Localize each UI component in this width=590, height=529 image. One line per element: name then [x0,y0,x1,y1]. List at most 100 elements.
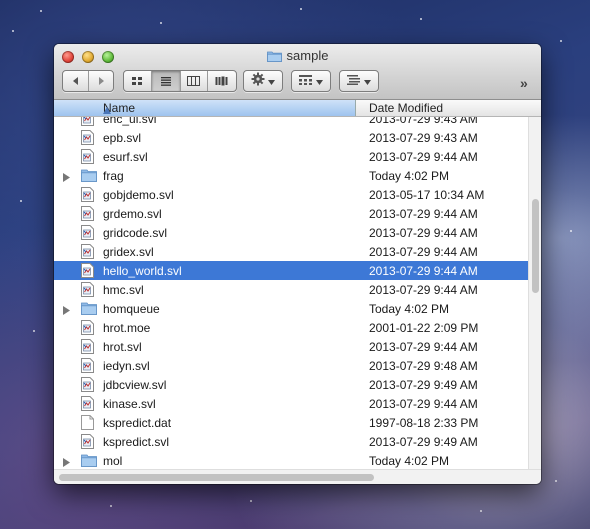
file-name: kspredict.dat [103,416,172,430]
icon-view-icon [132,77,143,85]
file-name: kinase.svl [103,397,156,411]
file-row[interactable]: hrot.moe 2001-01-22 2:09 PM [54,318,528,337]
back-arrow-icon [72,77,78,85]
folder-row[interactable]: homqueue Today 4:02 PM [54,299,528,318]
file-date-modified: 2013-07-29 9:44 AM [369,150,478,164]
name-column-header[interactable]: Name [54,100,356,116]
file-name: grdemo.svl [103,207,162,221]
vertical-scrollbar[interactable] [528,117,541,469]
file-row[interactable]: jdbcview.svl 2013-07-29 9:49 AM [54,375,528,394]
list-options-button[interactable] [339,70,379,92]
file-date-modified: 2013-07-29 9:44 AM [369,226,478,240]
gear-icon [251,72,265,91]
file-name: frag [103,169,124,183]
svl-file-icon [81,206,94,224]
file-date-modified: 1997-08-18 2:33 PM [369,416,479,430]
action-menu-button[interactable] [243,70,283,92]
folder-icon [266,50,282,65]
finder-window: sample » Name Date Modified enc_ui.svl 2… [54,44,541,484]
svl-file-icon [81,377,94,395]
file-date-modified: 2013-07-29 9:44 AM [369,340,478,354]
svl-file-icon [81,149,94,167]
file-row[interactable]: hrot.svl 2013-07-29 9:44 AM [54,337,528,356]
file-name: gridex.svl [103,245,154,259]
vertical-scroll-thumb[interactable] [532,199,539,293]
svl-file-icon [81,358,94,376]
file-date-modified: 2001-01-22 2:09 PM [369,321,479,335]
forward-arrow-icon [99,77,104,85]
file-row[interactable]: hmc.svl 2013-07-29 9:44 AM [54,280,528,299]
file-name: iedyn.svl [103,359,150,373]
file-row[interactable]: gobjdemo.svl 2013-05-17 10:34 AM [54,185,528,204]
file-row[interactable]: grdemo.svl 2013-07-29 9:44 AM [54,204,528,223]
disclosure-triangle-icon[interactable] [63,304,70,318]
list-options-icon [347,72,360,90]
file-date-modified: 2013-07-29 9:49 AM [369,378,478,392]
arrange-menu-button[interactable] [291,70,331,92]
file-name: jdbcview.svl [103,378,167,392]
date-modified-column-header[interactable]: Date Modified [369,101,443,115]
coverflow-view-icon [215,76,228,86]
svl-file-icon [81,130,94,148]
back-button[interactable] [63,71,89,91]
window-title-text: sample [286,48,329,63]
svl-file-icon [81,282,94,300]
document-icon [81,415,94,433]
icon-view-button[interactable] [124,71,152,91]
chevron-down-icon [364,72,371,90]
horizontal-scrollbar[interactable] [54,469,541,484]
file-name: hrot.moe [103,321,151,335]
file-name: homqueue [103,302,160,316]
column-view-button[interactable] [181,71,209,91]
folder-icon [81,168,97,185]
file-name: hrot.svl [103,340,142,354]
forward-button[interactable] [89,71,113,91]
list-view-icon [160,77,171,86]
svl-file-icon [81,434,94,452]
svl-file-icon [81,396,94,414]
disclosure-triangle-icon[interactable] [63,171,70,185]
back-forward-control [62,70,114,92]
file-row[interactable]: hello_world.svl 2013-07-29 9:44 AM [54,261,528,280]
file-row[interactable]: iedyn.svl 2013-07-29 9:48 AM [54,356,528,375]
file-date-modified: 2013-07-29 9:44 AM [369,397,478,411]
file-date-modified: 2013-07-29 9:44 AM [369,264,478,278]
file-name: gridcode.svl [103,226,168,240]
file-name: mol [103,454,123,468]
file-name: hmc.svl [103,283,144,297]
sort-ascending-icon [103,103,352,117]
view-mode-control [123,70,237,92]
svl-file-icon [81,263,94,281]
file-date-modified: Today 4:02 PM [369,454,450,468]
file-list: enc_ui.svl 2013-07-29 9:43 AM epb.svl 2013-… [54,117,528,469]
folder-row[interactable]: mol Today 4:02 PM [54,451,528,469]
coverflow-view-button[interactable] [208,71,236,91]
file-date-modified: 2013-07-29 9:44 AM [369,207,478,221]
file-row[interactable]: esurf.svl 2013-07-29 9:44 AM [54,147,528,166]
file-row[interactable]: epb.svl 2013-07-29 9:43 AM [54,128,528,147]
svl-file-icon [81,339,94,357]
horizontal-scroll-thumb[interactable] [59,474,374,481]
file-date-modified: 2013-07-29 9:43 AM [369,131,478,145]
column-header: Name Date Modified [54,100,541,117]
file-row[interactable]: kinase.svl 2013-07-29 9:44 AM [54,394,528,413]
file-date-modified: 2013-07-29 9:44 AM [369,283,478,297]
file-name: gobjdemo.svl [103,188,174,202]
file-date-modified: 2013-07-29 9:48 AM [369,359,478,373]
file-date-modified: 2013-07-29 9:49 AM [369,435,478,449]
file-date-modified: 2013-07-29 9:43 AM [369,117,478,126]
window-title: sample [54,48,541,65]
file-row[interactable]: kspredict.dat 1997-08-18 2:33 PM [54,413,528,432]
list-view-button[interactable] [151,71,181,91]
toolbar-overflow-button[interactable]: » [520,75,528,91]
file-row[interactable]: kspredict.svl 2013-07-29 9:49 AM [54,432,528,451]
file-date-modified: Today 4:02 PM [369,302,450,316]
folder-row[interactable]: frag Today 4:02 PM [54,166,528,185]
file-name: hello_world.svl [103,264,182,278]
file-row[interactable]: gridex.svl 2013-07-29 9:44 AM [54,242,528,261]
file-row[interactable]: enc_ui.svl 2013-07-29 9:43 AM [54,117,528,128]
svl-file-icon [81,320,94,338]
file-row[interactable]: gridcode.svl 2013-07-29 9:44 AM [54,223,528,242]
column-view-icon [187,76,201,86]
disclosure-triangle-icon[interactable] [63,456,70,469]
